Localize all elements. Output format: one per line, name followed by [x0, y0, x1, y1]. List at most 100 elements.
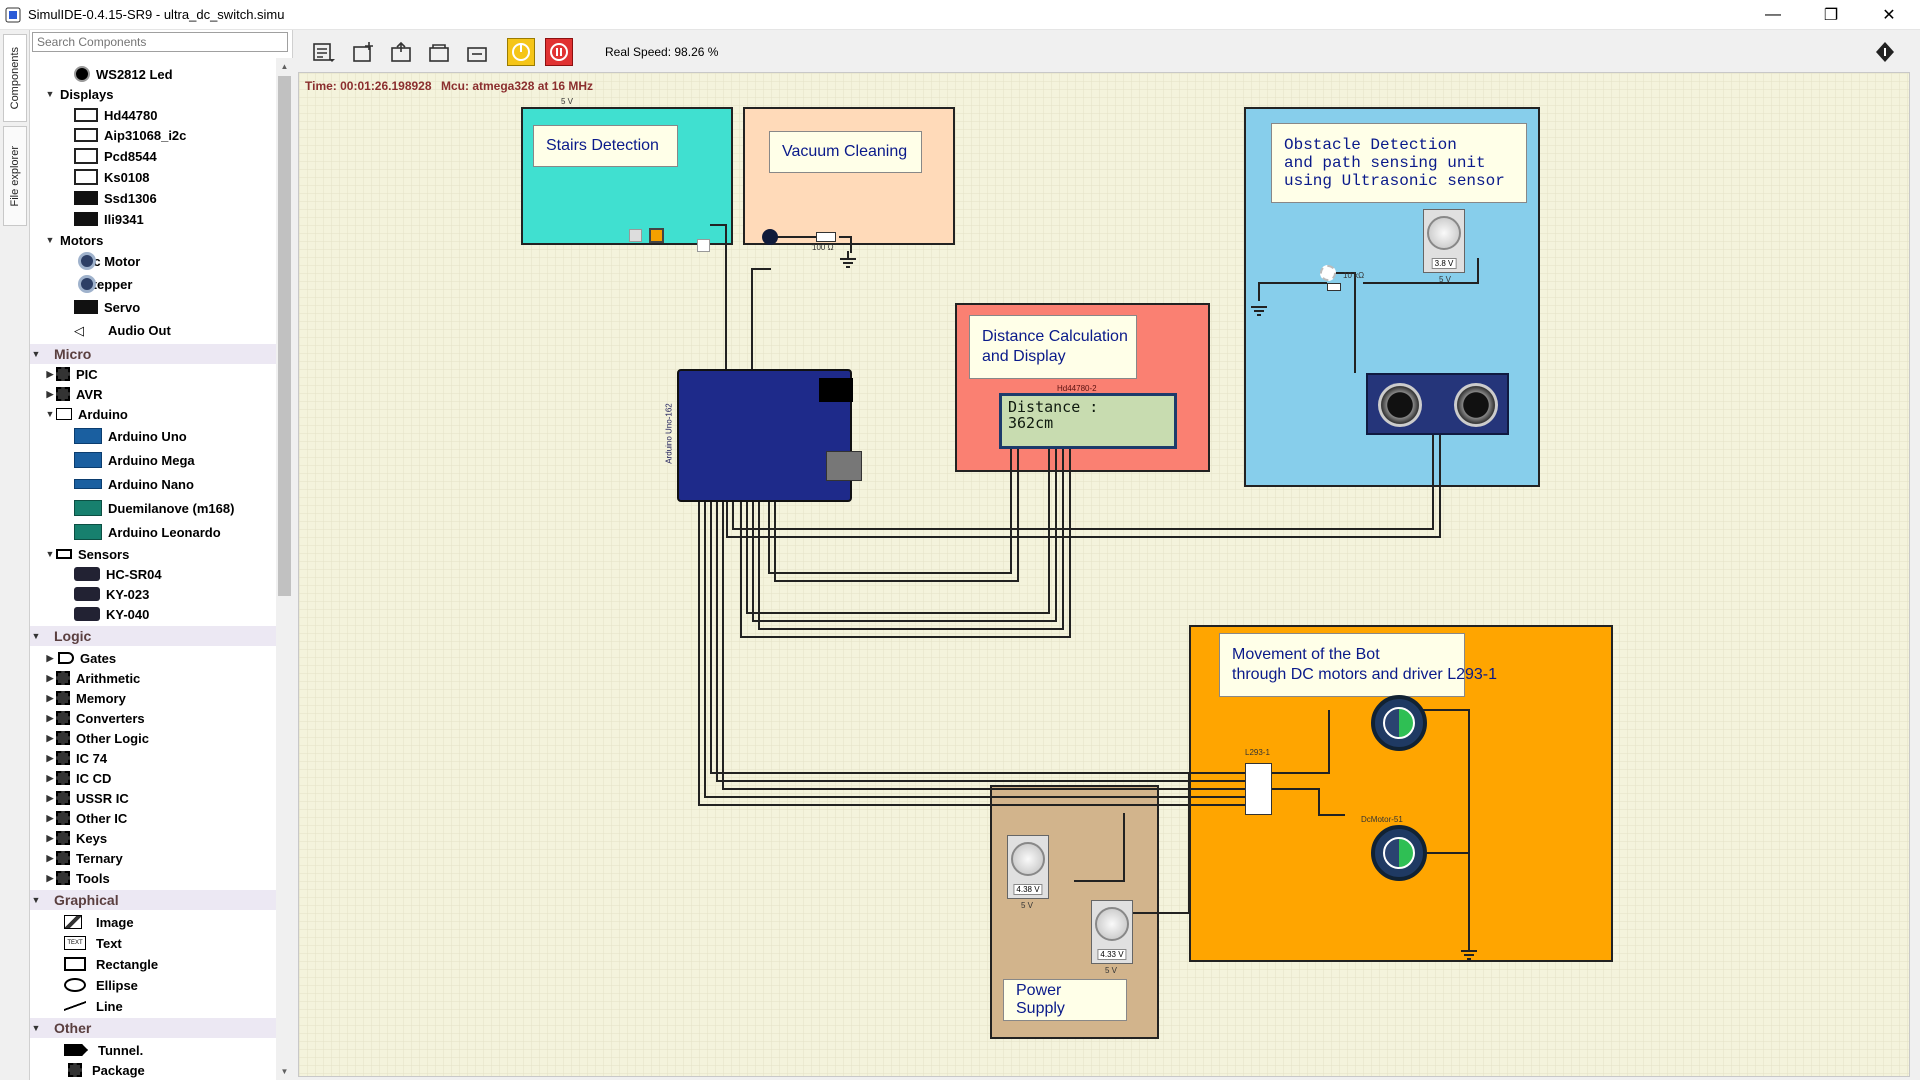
chip-icon: [56, 367, 70, 381]
search-input[interactable]: [32, 32, 288, 52]
switch-pin[interactable]: [697, 239, 710, 252]
tree-group-avr[interactable]: ▶ AVR: [44, 384, 103, 404]
switch-pin[interactable]: [629, 229, 642, 242]
tree-item[interactable]: Aip31068_i2c: [74, 125, 186, 145]
save-as-button[interactable]: [463, 38, 491, 66]
tree-item-label: Ks0108: [104, 169, 150, 185]
hc-sr04-sensor[interactable]: [1366, 373, 1509, 435]
dc-motor-1[interactable]: [1371, 695, 1427, 751]
new-circuit-button[interactable]: [349, 38, 377, 66]
tree-item-label: Pcd8544: [104, 148, 157, 164]
tree-category-other[interactable]: ▼ Other: [30, 1018, 276, 1038]
tree-item-label: Text: [96, 935, 122, 951]
info-menu-button[interactable]: [1871, 38, 1899, 66]
tree-item[interactable]: Arduino Leonardo: [74, 522, 221, 542]
tree-group-iccd[interactable]: ▶ IC CD: [44, 768, 112, 788]
tree-group-keys[interactable]: ▶ Keys: [44, 828, 108, 848]
tree-group-motors[interactable]: ▼ Motors: [44, 230, 104, 250]
potentiometer[interactable]: 4.33 V: [1091, 900, 1133, 964]
tab-file-explorer[interactable]: File explorer: [3, 126, 27, 226]
tree-category-graphical[interactable]: ▼ Graphical: [30, 890, 276, 910]
potentiometer[interactable]: 3.8 V: [1423, 209, 1465, 273]
tree-item[interactable]: Ks0108: [74, 167, 150, 187]
tree-item[interactable]: Pcd8544: [74, 146, 157, 166]
tree-item[interactable]: Ssd1306: [74, 188, 157, 208]
open-circuit-button[interactable]: [387, 38, 415, 66]
close-button[interactable]: ✕: [1860, 0, 1918, 30]
tree-item[interactable]: Arduino Nano: [74, 474, 194, 494]
tree-item[interactable]: Line: [64, 996, 123, 1016]
switch-icon[interactable]: [1320, 265, 1336, 281]
resistor-icon[interactable]: [816, 232, 836, 242]
tree-group-other-ic[interactable]: ▶ Other IC: [44, 808, 128, 828]
potentiometer[interactable]: 4.38 V: [1007, 835, 1049, 899]
power-on-button[interactable]: [507, 38, 535, 66]
tree-group-displays[interactable]: ▼ Displays: [44, 84, 114, 104]
tree-item[interactable]: WS2812 Led: [74, 64, 173, 84]
pot-5v-label: 5 V: [1105, 966, 1118, 975]
tree-group-memory[interactable]: ▶ Memory: [44, 688, 126, 708]
restore-button[interactable]: ❐: [1802, 0, 1860, 30]
tree-group-arduino[interactable]: ▼ Arduino: [44, 404, 128, 424]
tree-group-tools[interactable]: ▶ Tools: [44, 868, 110, 888]
tree-group-other-logic[interactable]: ▶ Other Logic: [44, 728, 149, 748]
scroll-up-icon[interactable]: ▲: [276, 58, 293, 75]
tree-item[interactable]: Package: [64, 1060, 145, 1080]
tree-item[interactable]: Rectangle: [64, 954, 158, 974]
tree-group-ic74[interactable]: ▶ IC 74: [44, 748, 108, 768]
collapsed-arrow-icon: ▶: [46, 712, 54, 723]
tree-item[interactable]: Ili9341: [74, 209, 144, 229]
tree-group-ussr[interactable]: ▶ USSR IC: [44, 788, 129, 808]
tree-category-micro[interactable]: ▼ Micro: [30, 344, 276, 364]
scrollbar-thumb[interactable]: [278, 76, 291, 596]
tree-item-label: IC 74: [76, 750, 108, 766]
resistor-icon[interactable]: [1327, 283, 1341, 291]
lcd-display[interactable]: Distance : 362cm: [999, 393, 1177, 449]
collapsed-arrow-icon: ▶: [46, 812, 54, 823]
knob-icon[interactable]: [1427, 216, 1461, 250]
stop-button[interactable]: [545, 38, 573, 66]
tree-group-converters[interactable]: ▶ Converters: [44, 708, 145, 728]
resistor-label: 100 Ω: [812, 243, 834, 252]
knob-icon[interactable]: [1095, 907, 1129, 941]
tree-item[interactable]: Arduino Mega: [74, 450, 195, 470]
dc-motor-2[interactable]: [1371, 825, 1427, 881]
vacuum-cleaning-group[interactable]: [743, 107, 955, 245]
tree-item[interactable]: Duemilanove (m168): [74, 498, 234, 518]
tree-item[interactable]: Tunnel.: [64, 1040, 143, 1060]
tree-item[interactable]: TEXT Text: [64, 933, 122, 953]
collapsed-arrow-icon: ▶: [46, 388, 54, 399]
tree-item-label: Arduino: [78, 406, 128, 422]
arduino-name-label: Arduino Uno-162: [664, 403, 674, 464]
tree-category-label: Logic: [54, 628, 92, 644]
tree-group-pic[interactable]: ▶ PIC: [44, 364, 98, 384]
tree-item[interactable]: ◁ Audio Out: [74, 320, 171, 340]
tree-category-logic[interactable]: ▼ Logic: [30, 626, 276, 646]
tree-item[interactable]: Servo: [74, 297, 140, 317]
tree-item[interactable]: KY-040: [74, 604, 149, 624]
tree-item[interactable]: Stepper: [78, 274, 132, 294]
scroll-down-icon[interactable]: ▼: [276, 1063, 293, 1080]
ir-sensor-icon[interactable]: [649, 228, 664, 243]
vacuum-motor-icon[interactable]: [762, 229, 778, 245]
tree-scrollbar[interactable]: ▲ ▼: [276, 58, 293, 1080]
tree-item[interactable]: Image: [64, 912, 134, 932]
tree-item[interactable]: Hd44780: [74, 105, 157, 125]
minimize-button[interactable]: —: [1744, 0, 1802, 30]
tab-components[interactable]: Components: [3, 34, 27, 122]
save-circuit-button[interactable]: [425, 38, 453, 66]
tree-group-gates[interactable]: ▶ Gates: [44, 648, 117, 668]
tree-item[interactable]: HC-SR04: [74, 564, 162, 584]
tree-group-ternary[interactable]: ▶ Ternary: [44, 848, 123, 868]
l293-driver-chip[interactable]: [1245, 763, 1272, 815]
knob-icon[interactable]: [1011, 842, 1045, 876]
tree-item[interactable]: Arduino Uno: [74, 426, 187, 446]
tree-item[interactable]: Dc Motor: [78, 251, 140, 271]
tree-item[interactable]: KY-023: [74, 584, 149, 604]
tree-item-label: Keys: [76, 830, 108, 846]
tree-group-arithmetic[interactable]: ▶ Arithmetic: [44, 668, 141, 688]
tree-group-sensors[interactable]: ▼ Sensors: [44, 544, 130, 564]
circuit-canvas[interactable]: Time: 00:01:26.198928 Mcu: atmega328 at …: [298, 72, 1910, 1077]
settings-menu-button[interactable]: [309, 38, 337, 66]
tree-item[interactable]: Ellipse: [64, 975, 138, 995]
